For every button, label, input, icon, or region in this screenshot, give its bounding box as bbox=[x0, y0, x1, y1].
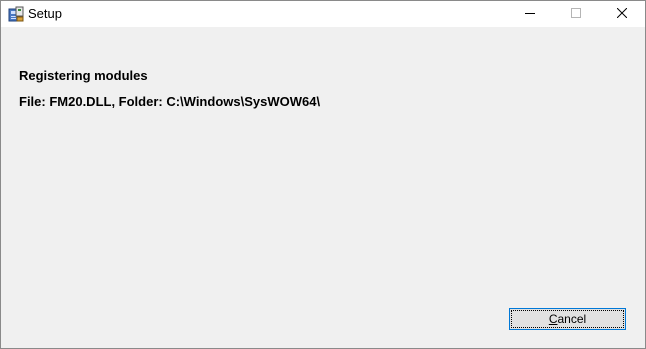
setup-installer-icon bbox=[8, 6, 24, 22]
minimize-button[interactable] bbox=[507, 1, 553, 27]
window-title: Setup bbox=[28, 6, 62, 21]
cancel-button[interactable]: Cancel bbox=[509, 308, 626, 330]
minimize-icon bbox=[525, 5, 535, 23]
setup-content: Registering modules File: FM20.DLL, Fold… bbox=[1, 27, 645, 348]
maximize-button[interactable] bbox=[553, 1, 599, 27]
status-title: Registering modules bbox=[19, 68, 148, 83]
close-icon bbox=[616, 5, 628, 23]
maximize-icon bbox=[571, 5, 581, 23]
title-bar[interactable]: Setup bbox=[1, 1, 645, 27]
status-detail: File: FM20.DLL, Folder: C:\Windows\SysWO… bbox=[19, 94, 321, 109]
cancel-label: ancel bbox=[557, 312, 587, 326]
setup-window: Setup Registering modules File: FM20.DLL… bbox=[0, 0, 646, 349]
close-button[interactable] bbox=[599, 1, 645, 27]
